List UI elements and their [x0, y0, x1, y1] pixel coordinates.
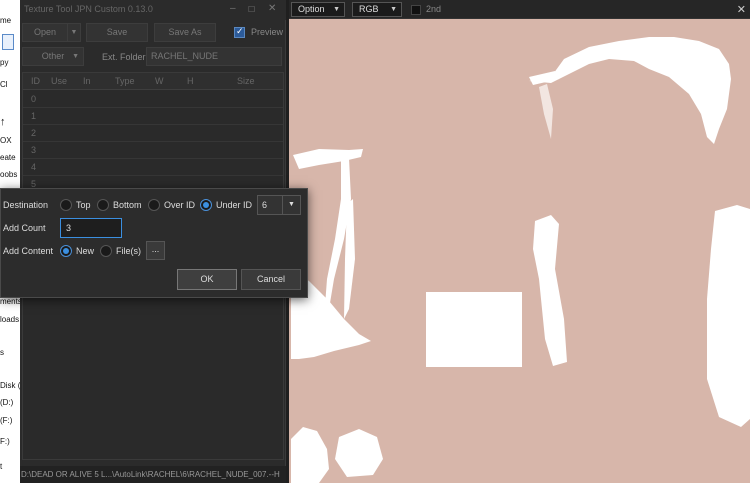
destination-over-id-radio[interactable]: [148, 199, 160, 211]
under-id-value: 6: [262, 200, 268, 210]
explorer-item[interactable]: oobs: [0, 170, 17, 179]
destination-under-id-radio[interactable]: [200, 199, 212, 211]
content-new-radio[interactable]: [60, 245, 72, 257]
column-header[interactable]: Use: [51, 76, 67, 86]
explorer-item: Cl: [0, 80, 8, 89]
content-files-radio[interactable]: [100, 245, 112, 257]
destination-bottom-radio[interactable]: [97, 199, 109, 211]
row-id: 4: [31, 162, 37, 172]
channel-dropdown[interactable]: RGB ▼: [352, 2, 402, 17]
table-row[interactable]: 2: [23, 125, 283, 142]
second-checkbox[interactable]: [411, 5, 421, 15]
column-header[interactable]: W: [155, 76, 164, 86]
uv-island: [291, 427, 329, 483]
table-row[interactable]: 0: [23, 91, 283, 108]
bottom-label: Bottom: [113, 200, 142, 210]
maximize-icon[interactable]: ☐: [248, 5, 255, 14]
other-dropdown[interactable]: Other ▼: [22, 47, 84, 66]
preview-label: Preview: [251, 27, 284, 37]
preview-checkbox[interactable]: [234, 26, 245, 38]
channel-label: RGB: [359, 4, 379, 14]
option-label: Option: [298, 4, 325, 14]
uv-island: [293, 149, 363, 169]
close-icon[interactable]: ✕: [737, 3, 746, 16]
column-header[interactable]: Size: [237, 76, 255, 86]
explorer-item[interactable]: Disk (: [0, 381, 20, 390]
other-label: Other: [41, 51, 65, 61]
column-header[interactable]: H: [187, 76, 194, 86]
explorer-item[interactable]: eate: [0, 153, 16, 162]
row-id: 1: [31, 111, 37, 121]
add-content-label: Add Content: [3, 246, 54, 256]
row-id: 2: [31, 128, 37, 138]
explorer-item[interactable]: F:): [0, 437, 10, 446]
new-label: New: [76, 246, 95, 256]
explorer-item[interactable]: (D:): [0, 398, 13, 407]
row-id: 3: [31, 145, 37, 155]
status-bar: D:\DEAD OR ALIVE 5 L...\AutoLink\RACHEL\…: [20, 466, 286, 483]
uv-island: [533, 215, 567, 366]
table-row[interactable]: 4: [23, 159, 283, 176]
minimize-icon[interactable]: –: [230, 3, 236, 14]
texture-uv-map: [291, 37, 750, 483]
title-bar: Texture Tool JPN Custom 0.13.0 – ☐ ✕: [20, 0, 286, 20]
explorer-item[interactable]: loads: [0, 315, 19, 324]
add-count-label: Add Count: [3, 223, 46, 233]
up-arrow-icon[interactable]: ↑: [0, 116, 6, 128]
destination-top-radio[interactable]: [60, 199, 72, 211]
browse-button[interactable]: ...: [146, 241, 165, 260]
option-dropdown[interactable]: Option ▼: [291, 2, 345, 17]
add-texture-dialog: Destination Top Bottom Over ID Under ID …: [0, 188, 308, 298]
uv-island: [707, 205, 750, 427]
add-count-input[interactable]: 3: [60, 218, 122, 238]
uv-island: [529, 37, 731, 144]
under-id-select[interactable]: 6 ▼: [257, 195, 301, 215]
row-id: 0: [31, 94, 37, 104]
chevron-down-icon: ▼: [333, 6, 340, 13]
chevron-down-icon: ▼: [390, 6, 397, 13]
second-label: 2nd: [426, 4, 442, 14]
table-row[interactable]: 1: [23, 108, 283, 125]
explorer-item: me: [0, 16, 12, 25]
explorer-item[interactable]: ments: [0, 297, 20, 306]
explorer-item[interactable]: t: [0, 462, 2, 471]
ext-folder-field[interactable]: RACHEL_NUDE: [146, 47, 282, 66]
ok-button[interactable]: OK: [177, 269, 237, 290]
close-icon[interactable]: ✕: [268, 3, 276, 14]
window-title: Texture Tool JPN Custom 0.13.0: [24, 4, 153, 14]
chevron-down-icon: ▼: [282, 195, 300, 215]
preview-window: Option ▼ RGB ▼ 2nd ✕: [289, 0, 750, 483]
explorer-item: py: [0, 58, 9, 67]
column-header[interactable]: Type: [115, 76, 135, 86]
preview-toolbar: Option ▼ RGB ▼ 2nd ✕: [289, 0, 750, 19]
chevron-down-icon: ▼: [72, 53, 79, 60]
destination-label: Destination: [3, 200, 49, 210]
column-header[interactable]: ID: [31, 76, 40, 86]
open-dropdown-arrow-icon[interactable]: ▼: [67, 23, 81, 42]
table-row[interactable]: 3: [23, 142, 283, 159]
ext-folder-label: Ext. Folder: [102, 52, 146, 62]
column-header[interactable]: In: [83, 76, 91, 86]
cancel-button[interactable]: Cancel: [241, 269, 301, 290]
explorer-item[interactable]: OX: [0, 136, 12, 145]
uv-island: [539, 84, 553, 139]
uv-island: [529, 71, 559, 85]
open-button[interactable]: Open: [22, 23, 68, 42]
uv-island: [426, 292, 522, 367]
save-as-button[interactable]: Save As: [154, 23, 216, 42]
texture-preview-canvas[interactable]: [289, 19, 750, 483]
explorer-item[interactable]: s: [0, 348, 4, 357]
uv-island: [335, 429, 383, 477]
top-label: Top: [76, 200, 91, 210]
under-id-label: Under ID: [216, 200, 253, 210]
copy-icon: [2, 34, 14, 50]
table-header: ID Use In Type W H Size: [23, 73, 283, 90]
over-id-label: Over ID: [164, 200, 196, 210]
files-label: File(s): [116, 246, 141, 256]
explorer-item[interactable]: (F:): [0, 416, 12, 425]
file-path-status: D:\DEAD OR ALIVE 5 L...\AutoLink\RACHEL\…: [21, 470, 280, 479]
save-button[interactable]: Save: [86, 23, 148, 42]
